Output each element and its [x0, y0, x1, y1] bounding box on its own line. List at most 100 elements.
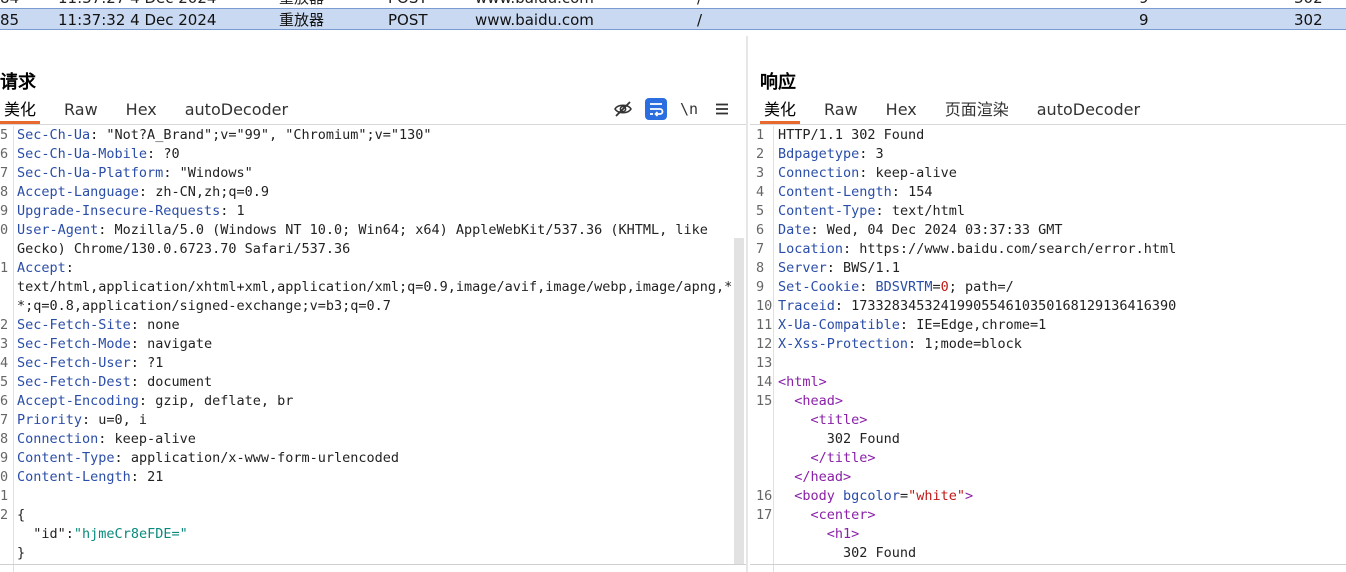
tab-pretty[interactable]: 美化	[0, 98, 41, 124]
response-editor[interactable]: 1 HTTP/1.1 302 Found 2 Bdpagetype: 3 3 Connec…	[756, 126, 1346, 566]
code-line: text/html,application/xhtml+xml,applicat…	[0, 278, 732, 297]
line-text: Server: BWS/1.1	[778, 260, 900, 276]
request-editor[interactable]: 5 Sec-Ch-Ua: "Not?A_Brand";v="99", "Chrom…	[0, 126, 732, 566]
line-number: 4	[0, 355, 9, 371]
line-text: Priority: u=0, i	[17, 412, 148, 428]
line-text: <h1>	[826, 526, 860, 542]
line-text: 302 Found	[778, 545, 917, 561]
line-text: "id":"hjmeCr8eFDE="	[33, 526, 188, 542]
line-number: 1	[0, 260, 9, 276]
line-text: <title>	[810, 412, 868, 428]
line-number: 8	[0, 431, 9, 447]
response-tab-divider	[750, 124, 1346, 125]
line-text: </title>	[810, 450, 876, 466]
line-number: 7	[0, 165, 9, 181]
request-toolbar: \n	[612, 97, 733, 121]
line-text: Accept-Encoding: gzip, deflate, br	[17, 393, 294, 409]
wrap-lines-icon[interactable]	[645, 98, 667, 120]
line-text: Sec-Ch-Ua-Mobile: ?0	[17, 146, 180, 162]
line-number: 2	[756, 146, 765, 162]
code-line: "id":"hjmeCr8eFDE="	[0, 525, 732, 544]
code-line: 2{	[0, 506, 732, 525]
code-line: 9 Set-Cookie: BDSVRTM=0; path=/	[756, 278, 1346, 297]
line-text: HTTP/1.1 302 Found	[778, 127, 925, 143]
code-line: 2 Bdpagetype: 3	[756, 145, 1346, 164]
code-line: 8 Connection: keep-alive	[0, 430, 732, 449]
code-line: 302 Found	[756, 544, 1346, 563]
line-text: Accept-Language: zh-CN,zh;q=0.9	[17, 184, 269, 200]
row-method: POST	[388, 11, 428, 29]
code-line: </title>	[756, 449, 1346, 468]
hamburger-menu-icon[interactable]	[711, 98, 733, 120]
code-line: <title>	[756, 411, 1346, 430]
tab-hex[interactable]: Hex	[122, 98, 161, 124]
code-line: 15 <head>	[756, 392, 1346, 411]
code-line: 8 Server: BWS/1.1	[756, 259, 1346, 278]
line-text: Accept:	[17, 260, 83, 276]
code-line: 7 Location: https://www.baidu.com/search/…	[756, 240, 1346, 259]
response-title: 响应	[760, 72, 796, 93]
line-number: 1	[756, 127, 765, 143]
line-text: Location: https://www.baidu.com/search/e…	[778, 241, 1177, 257]
line-number: 9	[0, 203, 9, 219]
code-line: 13	[756, 354, 1346, 373]
line-number: 12	[756, 336, 773, 352]
line-number: 3	[0, 336, 9, 352]
tab-raw[interactable]: Raw	[820, 98, 862, 124]
tab-autodecoder[interactable]: autoDecoder	[1033, 98, 1144, 124]
code-line: Gecko) Chrome/130.0.6723.70 Safari/537.3…	[0, 240, 732, 259]
response-bottom-border	[750, 564, 1346, 565]
code-line: 11 X-Ua-Compatible: IE=Edge,chrome=1	[756, 316, 1346, 335]
line-number: 9	[0, 450, 9, 466]
line-text: Connection: keep-alive	[778, 165, 957, 181]
tab-raw[interactable]: Raw	[60, 98, 102, 124]
code-line: 3 Sec-Fetch-Mode: navigate	[0, 335, 732, 354]
code-line: 1 HTTP/1.1 302 Found	[756, 126, 1346, 145]
pane-divider[interactable]	[746, 36, 748, 572]
request-scrollbar[interactable]	[734, 238, 744, 564]
code-line: 17 <center>	[756, 506, 1346, 525]
code-line: 3 Connection: keep-alive	[756, 164, 1346, 183]
tab-autodecoder[interactable]: autoDecoder	[181, 98, 292, 124]
line-number: 4	[756, 184, 765, 200]
line-number: 5	[756, 203, 765, 219]
line-text: Sec-Fetch-User: ?1	[17, 355, 164, 371]
line-text: 302 Found	[778, 431, 900, 447]
line-number: 3	[756, 165, 765, 181]
line-number: 16	[756, 488, 773, 504]
line-text: X-Ua-Compatible: IE=Edge,chrome=1	[778, 317, 1047, 333]
response-tabs: 美化 Raw Hex 页面渲染 autoDecoder	[760, 98, 1164, 124]
line-number: 9	[756, 279, 765, 295]
code-line: }	[0, 544, 732, 563]
tab-hex[interactable]: Hex	[882, 98, 921, 124]
code-line: *;q=0.8,application/signed-exchange;v=b3…	[0, 297, 732, 316]
line-number: 6	[756, 222, 765, 238]
line-text: </head>	[794, 469, 852, 485]
line-text: Connection: keep-alive	[17, 431, 196, 447]
code-line: 6 Sec-Ch-Ua-Mobile: ?0	[0, 145, 732, 164]
line-text: Content-Type: application/x-www-form-url…	[17, 450, 400, 466]
code-line: 5 Sec-Fetch-Dest: document	[0, 373, 732, 392]
tab-pretty[interactable]: 美化	[760, 98, 801, 124]
eye-slash-icon[interactable]	[612, 98, 634, 120]
code-line: 0 Content-Length: 21	[0, 468, 732, 487]
newline-toggle[interactable]: \n	[678, 98, 700, 120]
row-host: www.baidu.com	[475, 11, 594, 29]
line-text: {	[17, 507, 26, 523]
code-line: 5 Sec-Ch-Ua: "Not?A_Brand";v="99", "Chrom…	[0, 126, 732, 145]
line-text: Sec-Ch-Ua: "Not?A_Brand";v="99", "Chromi…	[17, 127, 432, 143]
line-text: text/html,application/xhtml+xml,applicat…	[17, 279, 732, 295]
code-line: 8 Accept-Language: zh-CN,zh;q=0.9	[0, 183, 732, 202]
table-row-selected[interactable]: 85 11:37:32 4 Dec 2024 重放器 POST www.baid…	[0, 8, 1346, 30]
line-text: Traceid: 1733283453241990554610350168129…	[778, 298, 1177, 314]
row-tool: 重放器	[279, 11, 325, 29]
line-text: Sec-Ch-Ua-Platform: "Windows"	[17, 165, 253, 181]
line-text: *;q=0.8,application/signed-exchange;v=b3…	[17, 298, 391, 314]
line-text: <body bgcolor="white">	[794, 488, 974, 504]
tab-render[interactable]: 页面渲染	[941, 98, 1013, 124]
code-line: 0 User-Agent: Mozilla/5.0 (Windows NT 10.…	[0, 221, 732, 240]
line-text: <html>	[778, 374, 827, 390]
row-time: 11:37:32 4 Dec 2024	[58, 11, 217, 29]
line-text: Gecko) Chrome/130.0.6723.70 Safari/537.3…	[17, 241, 351, 257]
line-number: 7	[0, 412, 9, 428]
